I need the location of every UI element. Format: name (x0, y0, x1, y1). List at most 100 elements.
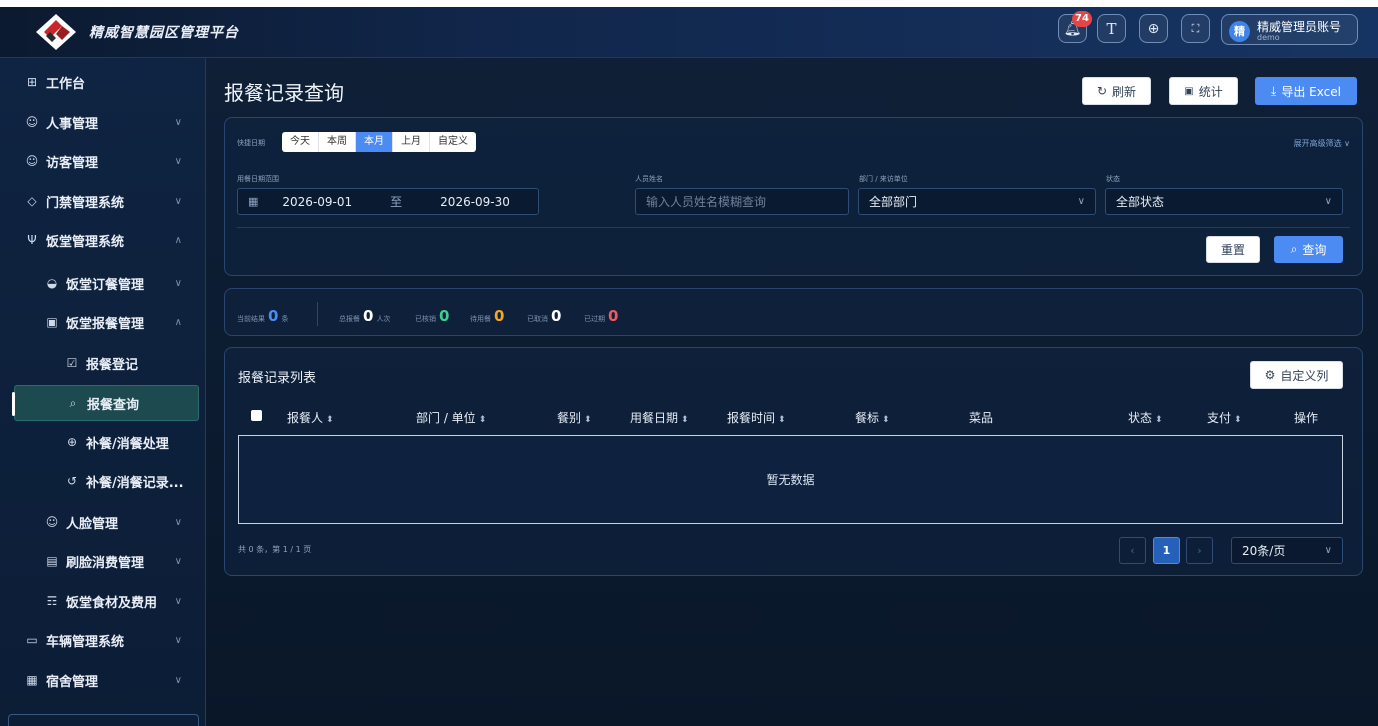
fullscreen-button[interactable]: ⛶ (1181, 14, 1210, 43)
date-end: 2026-09-30 (440, 194, 510, 209)
sidebar-item-supplement-records[interactable]: ↺ 补餐/消餐记录... (0, 462, 206, 500)
prev-page-button[interactable]: ‹ (1119, 537, 1146, 564)
filter-divider (237, 227, 1350, 228)
query-button[interactable]: ⌕ 查询 (1274, 236, 1343, 263)
empty-state: 暂无数据 (238, 435, 1343, 524)
column-header-meal-date[interactable]: 用餐日期 ⬍ (630, 409, 689, 426)
sidebar-item-canteen-report[interactable]: ▣ 饭堂报餐管理 ∧ (0, 303, 206, 341)
language-button[interactable]: ⊕ (1139, 14, 1168, 43)
top-bar: 精威智慧园区管理平台 🔔︎ 74 T ⊕ ⛶ 精 精威管理员账号 demo (0, 0, 1378, 58)
sidebar-item-label: 工作台 (46, 76, 86, 92)
advanced-filter-toggle[interactable]: 展开高级筛选 ∨ (1294, 138, 1350, 149)
page-size-select[interactable]: 20条/页 ∨ (1231, 537, 1343, 564)
dept-label: 部门 / 来访单位 (859, 175, 908, 183)
quick-date-month[interactable]: 本月 (356, 132, 393, 152)
sidebar-item-report-register[interactable]: ☑ 报餐登记 (0, 344, 206, 382)
column-label: 餐标 (855, 411, 880, 425)
quick-date-week[interactable]: 本周 (319, 132, 356, 152)
visitor-icon: ☺ (25, 154, 39, 168)
quick-date-today[interactable]: 今天 (282, 132, 319, 152)
sidebar-item-supplement[interactable]: ⊕ 补餐/消餐处理 (0, 423, 206, 461)
sidebar-item-hr[interactable]: ☺ 人事管理 ∨ (0, 103, 206, 141)
stats-bar: 当前结果 0 条 总报餐 0 人次 已核销 0 待用餐 0 已取消 0 已过期 … (224, 288, 1363, 336)
sidebar-item-label: 报餐查询 (87, 397, 140, 413)
notification-badge: 74 (1072, 11, 1092, 27)
stat-verified: 已核销 0 (415, 307, 449, 325)
sidebar-bottom-button[interactable] (8, 714, 199, 726)
date-range-picker[interactable]: ▦ 2026-09-01 至 2026-09-30 (237, 188, 539, 215)
stat-current-unit: 条 (281, 315, 289, 323)
sidebar-item-canteen[interactable]: Ψ 饭堂管理系统 ∧ (0, 221, 206, 259)
sidebar-item-dorm[interactable]: ▦ 宿舍管理 ∨ (0, 661, 206, 699)
column-label: 用餐日期 (630, 411, 679, 425)
sidebar-item-label: 报餐登记 (86, 357, 139, 373)
stats-button[interactable]: ▣ 统计 (1169, 77, 1238, 105)
chevron-up-icon: ∧ (174, 234, 182, 246)
sidebar: ⊞ 工作台 ☺ 人事管理 ∨ ☺ 访客管理 ∨ ◇ 门禁管理系统 ∨ Ψ 饭堂管… (0, 58, 206, 726)
app-root: 精威智慧园区管理平台 🔔︎ 74 T ⊕ ⛶ 精 精威管理员账号 demo ⊞ … (0, 0, 1378, 726)
page-1-button[interactable]: 1 (1153, 537, 1180, 564)
sidebar-item-label: 饭堂食材及费用 (66, 595, 158, 611)
quick-date-last-month[interactable]: 上月 (393, 132, 430, 152)
sidebar-item-face[interactable]: ☺ 人脸管理 ∨ (0, 503, 206, 541)
export-label: 导出 Excel (1281, 84, 1341, 99)
name-search-input[interactable]: 输入人员姓名模糊查询 (635, 188, 849, 215)
user-menu[interactable]: 精 精威管理员账号 demo (1221, 14, 1358, 45)
stat-current: 当前结果 0 条 (237, 307, 288, 325)
column-header-payment[interactable]: 支付 ⬍ (1207, 409, 1242, 426)
status-select[interactable]: 全部状态 ∨ (1105, 188, 1343, 215)
refresh-button[interactable]: ↻ 刷新 (1082, 77, 1151, 105)
cart-icon: ☶ (46, 594, 58, 608)
download-icon: ⤓ (1271, 83, 1277, 98)
font-size-button[interactable]: T (1097, 14, 1126, 43)
column-header-meal-type[interactable]: 餐别 ⬍ (557, 409, 592, 426)
column-header-report-time[interactable]: 报餐时间 ⬍ (727, 409, 786, 426)
column-header-reporter[interactable]: 报餐人 ⬍ (287, 409, 334, 426)
stat-expired-value: 0 (608, 307, 619, 325)
reset-button[interactable]: 重置 (1206, 236, 1260, 263)
sidebar-item-report-query[interactable]: ⌕ 报餐查询 (12, 385, 199, 421)
fullscreen-icon: ⛶ (1191, 21, 1200, 35)
search-icon: ⌕ (1290, 242, 1298, 256)
stat-expired: 已过期 0 (584, 307, 618, 325)
next-page-button[interactable]: › (1186, 537, 1213, 564)
chevron-down-icon: ∨ (174, 674, 182, 686)
sidebar-item-label: 饭堂报餐管理 (66, 316, 145, 332)
users-icon: ☺ (25, 115, 39, 129)
date-separator: 至 (390, 195, 403, 209)
chevron-down-icon: ∨ (1324, 196, 1332, 207)
column-header-meal-standard[interactable]: 餐标 ⬍ (855, 409, 890, 426)
sidebar-item-label: 人事管理 (46, 116, 99, 132)
stat-verified-value: 0 (439, 307, 450, 325)
select-all-checkbox[interactable] (251, 410, 262, 421)
column-header-status[interactable]: 状态 ⬍ (1128, 409, 1163, 426)
clipboard-check-icon: ☑ (66, 356, 78, 370)
face-icon: ☺ (45, 515, 59, 529)
sidebar-item-face-pay[interactable]: ▤ 刷脸消费管理 ∨ (0, 542, 206, 580)
stat-current-value: 0 (268, 307, 279, 325)
sort-icon: ⬍ (778, 415, 786, 425)
empty-text: 暂无数据 (766, 473, 815, 487)
stat-cancelled-value: 0 (551, 307, 562, 325)
status-label: 状态 (1106, 175, 1120, 183)
globe-icon: ⊕ (1147, 20, 1160, 37)
column-label: 报餐时间 (727, 411, 776, 425)
stat-cancelled-label: 已取消 (527, 315, 548, 323)
column-header-dept[interactable]: 部门 / 单位 ⬍ (416, 409, 486, 426)
sidebar-item-ingredients[interactable]: ☶ 饭堂食材及费用 ∨ (0, 582, 206, 620)
sidebar-item-vehicle[interactable]: ▭ 车辆管理系统 ∨ (0, 621, 206, 659)
sidebar-item-workbench[interactable]: ⊞ 工作台 (0, 63, 206, 101)
sidebar-item-canteen-order[interactable]: ◒ 饭堂订餐管理 ∨ (0, 264, 206, 302)
stat-expired-label: 已过期 (584, 315, 605, 323)
dept-select[interactable]: 全部部门 ∨ (858, 188, 1096, 215)
column-header-actions: 操作 (1294, 411, 1319, 425)
custom-columns-button[interactable]: ⚙ 自定义列 (1250, 361, 1343, 389)
export-excel-button[interactable]: ⤓ 导出 Excel (1255, 77, 1357, 105)
search-icon: ⌕ (69, 395, 77, 410)
quick-date-custom[interactable]: 自定义 (430, 132, 476, 152)
stat-cancelled: 已取消 0 (527, 307, 561, 325)
sidebar-item-visitor[interactable]: ☺ 访客管理 ∨ (0, 142, 206, 180)
name-placeholder: 输入人员姓名模糊查询 (646, 195, 767, 209)
records-table-panel: 报餐记录列表 ⚙ 自定义列 报餐人 ⬍ 部门 / 单位 ⬍ 餐别 ⬍ 用餐日期 ⬍ 报餐… (224, 347, 1363, 576)
sidebar-item-access[interactable]: ◇ 门禁管理系统 ∨ (0, 182, 206, 220)
